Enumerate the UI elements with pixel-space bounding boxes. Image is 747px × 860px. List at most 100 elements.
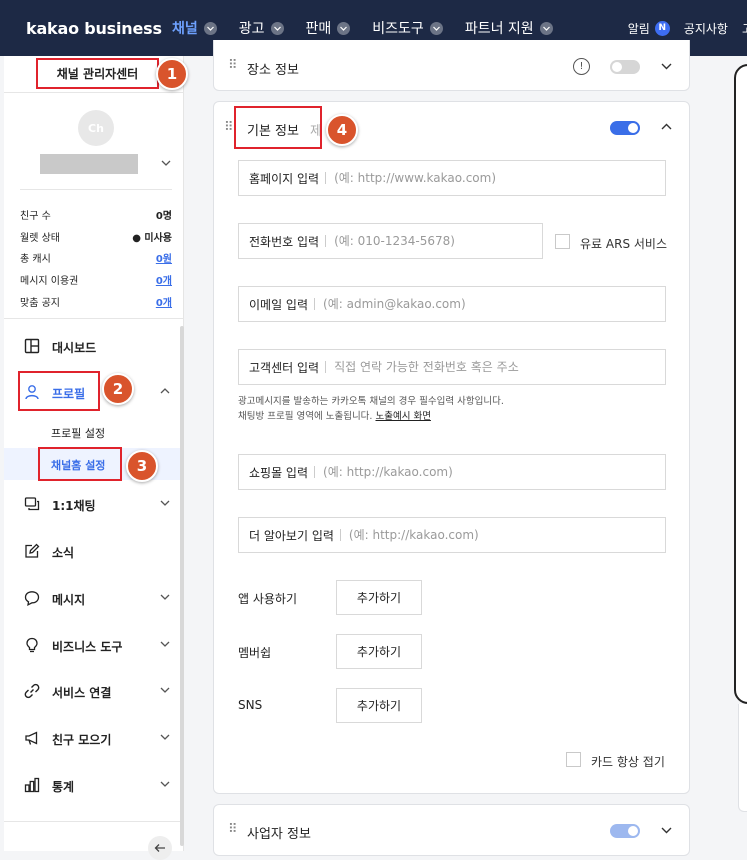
note-line: 채팅방 프로필 영역에 노출됩니다. 노출예시 화면: [238, 409, 504, 424]
channel-name-placeholder: [40, 154, 138, 174]
annotation-highlight: [234, 106, 322, 149]
divider: [4, 318, 184, 319]
toggle-knob: [612, 62, 622, 72]
nav-item-biztools[interactable]: 비즈도구: [372, 18, 443, 38]
sidebar-item-biz-tools[interactable]: 비즈니스 도구: [4, 630, 184, 660]
stat-value-link[interactable]: 0개: [156, 294, 172, 309]
sidebar-item-message[interactable]: 메시지: [4, 583, 184, 613]
channel-center-title[interactable]: 채널 관리자센터: [36, 58, 159, 89]
chevron-up-icon: [160, 388, 170, 394]
edit-icon: [25, 543, 40, 558]
step-badge-3: 3: [126, 450, 158, 482]
avatar[interactable]: Ch: [78, 110, 114, 146]
nav-item-ads[interactable]: 광고: [239, 18, 284, 38]
phone-field[interactable]: 전화번호 입력: [238, 223, 543, 259]
chevron-down-icon: [160, 594, 170, 600]
speech-bubble-icon: [24, 591, 40, 606]
field-separator: [339, 529, 341, 541]
field-label: 쇼핑몰 입력: [249, 465, 309, 480]
basic-info-card: ⠿ 기본 정보 제 홈페이지 입력 전화번호 입력 유료 ARS 서비스 이메일…: [213, 101, 690, 794]
field-separator: [314, 466, 316, 478]
drag-handle-icon[interactable]: ⠿: [228, 822, 237, 837]
chevron-down-icon: [160, 734, 170, 740]
homepage-field[interactable]: 홈페이지 입력: [238, 160, 666, 196]
email-input[interactable]: [323, 297, 665, 311]
learn-more-input[interactable]: [348, 528, 665, 542]
card-title: 사업자 정보: [247, 827, 311, 842]
business-info-toggle[interactable]: [610, 824, 640, 838]
step-badge-2: 2: [102, 373, 134, 405]
learn-more-field[interactable]: 더 알아보기 입력: [238, 517, 666, 553]
field-separator: [325, 172, 327, 184]
nav-item-label: 판매: [305, 21, 332, 37]
field-note: 광고메시지를 발송하는 카카오톡 채널의 경우 필수입력 사항입니다. 채팅방 …: [238, 394, 504, 424]
note-text: 채팅방 프로필 영역에 노출됩니다.: [238, 411, 373, 422]
customer-center-input[interactable]: [334, 360, 665, 374]
sidebar-item-stats[interactable]: 통계: [4, 770, 184, 800]
sidebar-item-friend-gather[interactable]: 친구 모으기: [4, 723, 184, 753]
sidebar-item-chat[interactable]: 1:1채팅: [4, 489, 184, 519]
shopping-mall-input[interactable]: [323, 465, 665, 479]
place-info-card: ⠿ 장소 정보 !: [213, 40, 690, 91]
step-badge-4: 4: [326, 114, 358, 146]
note-line: 광고메시지를 발송하는 카카오톡 채널의 경우 필수입력 사항입니다.: [238, 396, 504, 407]
field-separator: [325, 361, 327, 373]
ars-label: 유료 ARS 서비스: [580, 237, 667, 251]
stat-value-link[interactable]: 0원: [156, 250, 172, 265]
collapse-sidebar-button[interactable]: [148, 836, 172, 860]
alarm-link[interactable]: 알림: [628, 20, 650, 37]
divider: [4, 821, 184, 822]
chevron-down-icon: [270, 21, 284, 35]
nav-item-label: 광고: [238, 21, 265, 37]
shopping-mall-field[interactable]: 쇼핑몰 입력: [238, 454, 666, 490]
field-label: 홈페이지 입력: [249, 171, 320, 186]
stat-value-link[interactable]: 0개: [156, 272, 172, 287]
brand-logo[interactable]: kakao business: [26, 19, 162, 38]
sidebar-item-dashboard[interactable]: 대시보드: [4, 331, 184, 361]
chevron-down-icon[interactable]: [661, 63, 672, 70]
step-badge-1: 1: [156, 58, 188, 90]
example-screen-link[interactable]: 노출예시 화면: [375, 411, 430, 422]
chevron-down-icon[interactable]: [161, 160, 171, 166]
phone-preview-frame: [734, 64, 747, 704]
always-fold-checkbox[interactable]: [566, 752, 581, 767]
sidebar-scrollbar[interactable]: [180, 326, 184, 846]
chevron-up-icon[interactable]: [661, 123, 672, 130]
stat-label: 맞춤 공지: [20, 297, 60, 309]
homepage-input[interactable]: [334, 171, 665, 185]
field-separator: [314, 298, 316, 310]
notice-link[interactable]: 공지사항: [684, 20, 728, 37]
nav-item-sales[interactable]: 판매: [306, 18, 351, 38]
chevron-down-icon: [160, 641, 170, 647]
sns-add-button[interactable]: 추가하기: [336, 688, 422, 723]
phone-input[interactable]: [334, 234, 542, 248]
field-label: 전화번호 입력: [249, 234, 320, 249]
membership-add-button[interactable]: 추가하기: [336, 634, 422, 669]
stat-row: 월렛 상태 ● 미사용: [20, 226, 172, 248]
customer-center-field[interactable]: 고객센터 입력: [238, 349, 666, 385]
toggle-knob: [628, 826, 638, 836]
place-info-toggle[interactable]: [610, 60, 640, 74]
stat-value: 0명: [155, 211, 172, 223]
app-add-button[interactable]: 추가하기: [336, 580, 422, 615]
nav-item-channel[interactable]: 채널: [172, 18, 217, 38]
nav-item-partner[interactable]: 파트너 지원: [465, 18, 553, 38]
sidebar-item-service-link[interactable]: 서비스 연결: [4, 676, 184, 706]
field-separator: [325, 235, 327, 247]
sidebar-subitem-profile-settings[interactable]: 프로필 설정: [51, 425, 105, 441]
business-info-card: ⠿ 사업자 정보: [213, 804, 690, 856]
chevron-down-icon: [160, 500, 170, 506]
drag-handle-icon[interactable]: ⠿: [228, 58, 237, 73]
chevron-down-icon: [160, 687, 170, 693]
email-field[interactable]: 이메일 입력: [238, 286, 666, 322]
basic-info-toggle[interactable]: [610, 121, 640, 135]
chevron-down-icon[interactable]: [661, 827, 672, 834]
ars-checkbox[interactable]: [555, 234, 570, 249]
sidebar-item-label: 서비스 연결: [52, 686, 112, 700]
stat-value: ● 미사용: [132, 232, 172, 244]
stat-label: 메시지 이용권: [20, 276, 79, 288]
sidebar-item-news[interactable]: 소식: [4, 536, 184, 566]
drag-handle-icon[interactable]: ⠿: [224, 120, 233, 135]
nav-cut-item[interactable]: 고: [742, 20, 747, 37]
annotation-highlight: [38, 447, 122, 481]
